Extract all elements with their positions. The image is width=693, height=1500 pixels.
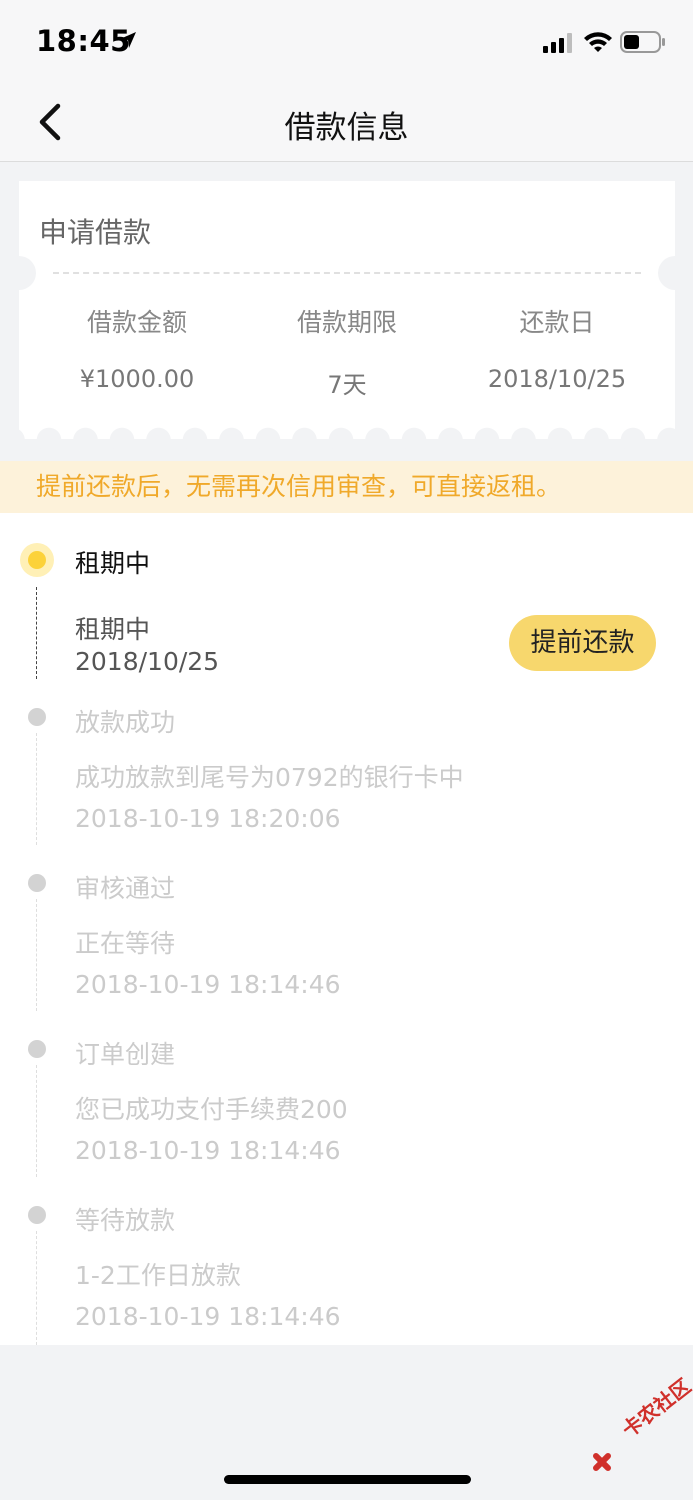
- timeline-desc: 租期中: [75, 615, 151, 644]
- status-bar: 18:45: [0, 0, 693, 86]
- battery-icon: [620, 31, 665, 53]
- timeline-dot-active: [20, 543, 54, 577]
- timeline-time: 2018-10-19 18:14:46: [75, 1136, 341, 1165]
- timeline-time: 2018-10-19 18:14:46: [75, 970, 341, 999]
- timeline-connector: [36, 1065, 37, 1177]
- status-time: 18:45: [36, 24, 131, 58]
- timeline-dot: [28, 708, 46, 726]
- timeline-dot: [28, 1206, 46, 1224]
- loan-term-label: 借款期限: [296, 308, 397, 337]
- timeline-desc: 成功放款到尾号为0792的银行卡中: [75, 763, 464, 792]
- nav-bar: 借款信息: [0, 86, 693, 162]
- early-repay-button[interactable]: 提前还款: [509, 615, 656, 671]
- timeline-desc: 您已成功支付手续费200: [75, 1095, 348, 1124]
- timeline-connector: [36, 587, 37, 679]
- timeline-item: 放款成功 成功放款到尾号为0792的银行卡中 2018-10-19 18:20:…: [0, 703, 693, 869]
- timeline-title: 租期中: [75, 549, 151, 578]
- home-indicator[interactable]: [224, 1475, 471, 1484]
- timeline-connector: [36, 1231, 37, 1345]
- card-header: 申请借款: [39, 216, 152, 249]
- repay-date-label: 还款日: [519, 308, 595, 337]
- timeline-time: 2018/10/25: [75, 647, 220, 676]
- card-divider: [53, 272, 641, 274]
- timeline-dot: [28, 874, 46, 892]
- timeline-desc: 1-2工作日放款: [75, 1261, 241, 1290]
- timeline-connector: [36, 733, 37, 845]
- loan-amount-column: 借款金额 ¥1000.00: [32, 303, 242, 393]
- wifi-icon: [584, 32, 612, 52]
- location-arrow-icon: [120, 32, 136, 48]
- timeline-item: 租期中 租期中 2018/10/25 提前还款: [0, 513, 693, 703]
- timeline-dot: [28, 1040, 46, 1058]
- repay-date-column: 还款日 2018/10/25: [452, 303, 662, 393]
- early-repay-notice: 提前还款后，无需再次信用审查，可直接返租。: [0, 461, 693, 513]
- card-notch-left: [2, 256, 36, 290]
- timeline-item: 审核通过 正在等待 2018-10-19 18:14:46: [0, 869, 693, 1035]
- timeline-title: 审核通过: [75, 874, 176, 903]
- loan-info-card: 申请借款 借款金额 ¥1000.00 借款期限 7天 还款日 2018/10/2…: [2, 181, 692, 451]
- page-title: 借款信息: [284, 110, 409, 146]
- timeline-desc: 正在等待: [75, 929, 176, 958]
- timeline-item: 等待放款 1-2工作日放款 2018-10-19 18:14:46: [0, 1201, 693, 1345]
- loan-amount-label: 借款金额: [86, 308, 187, 337]
- timeline-time: 2018-10-19 18:20:06: [75, 804, 341, 833]
- status-timeline: 租期中 租期中 2018/10/25 提前还款 放款成功 成功放款到尾号为079…: [0, 513, 693, 1345]
- timeline-item: 订单创建 您已成功支付手续费200 2018-10-19 18:14:46: [0, 1035, 693, 1201]
- timeline-title: 等待放款: [75, 1206, 176, 1235]
- cellular-signal-icon: [543, 33, 572, 53]
- timeline-connector: [36, 899, 37, 1011]
- timeline-time: 2018-10-19 18:14:46: [75, 1302, 341, 1331]
- card-scallop-edge: [19, 427, 675, 451]
- timeline-title: 放款成功: [75, 708, 176, 737]
- loan-term-value: 7天: [327, 371, 367, 399]
- loan-term-column: 借款期限 7天: [242, 303, 452, 400]
- loan-amount-value: ¥1000.00: [79, 365, 195, 393]
- timeline-title: 订单创建: [75, 1040, 176, 1069]
- card-notch-right: [658, 256, 692, 290]
- repay-date-value: 2018/10/25: [487, 365, 627, 393]
